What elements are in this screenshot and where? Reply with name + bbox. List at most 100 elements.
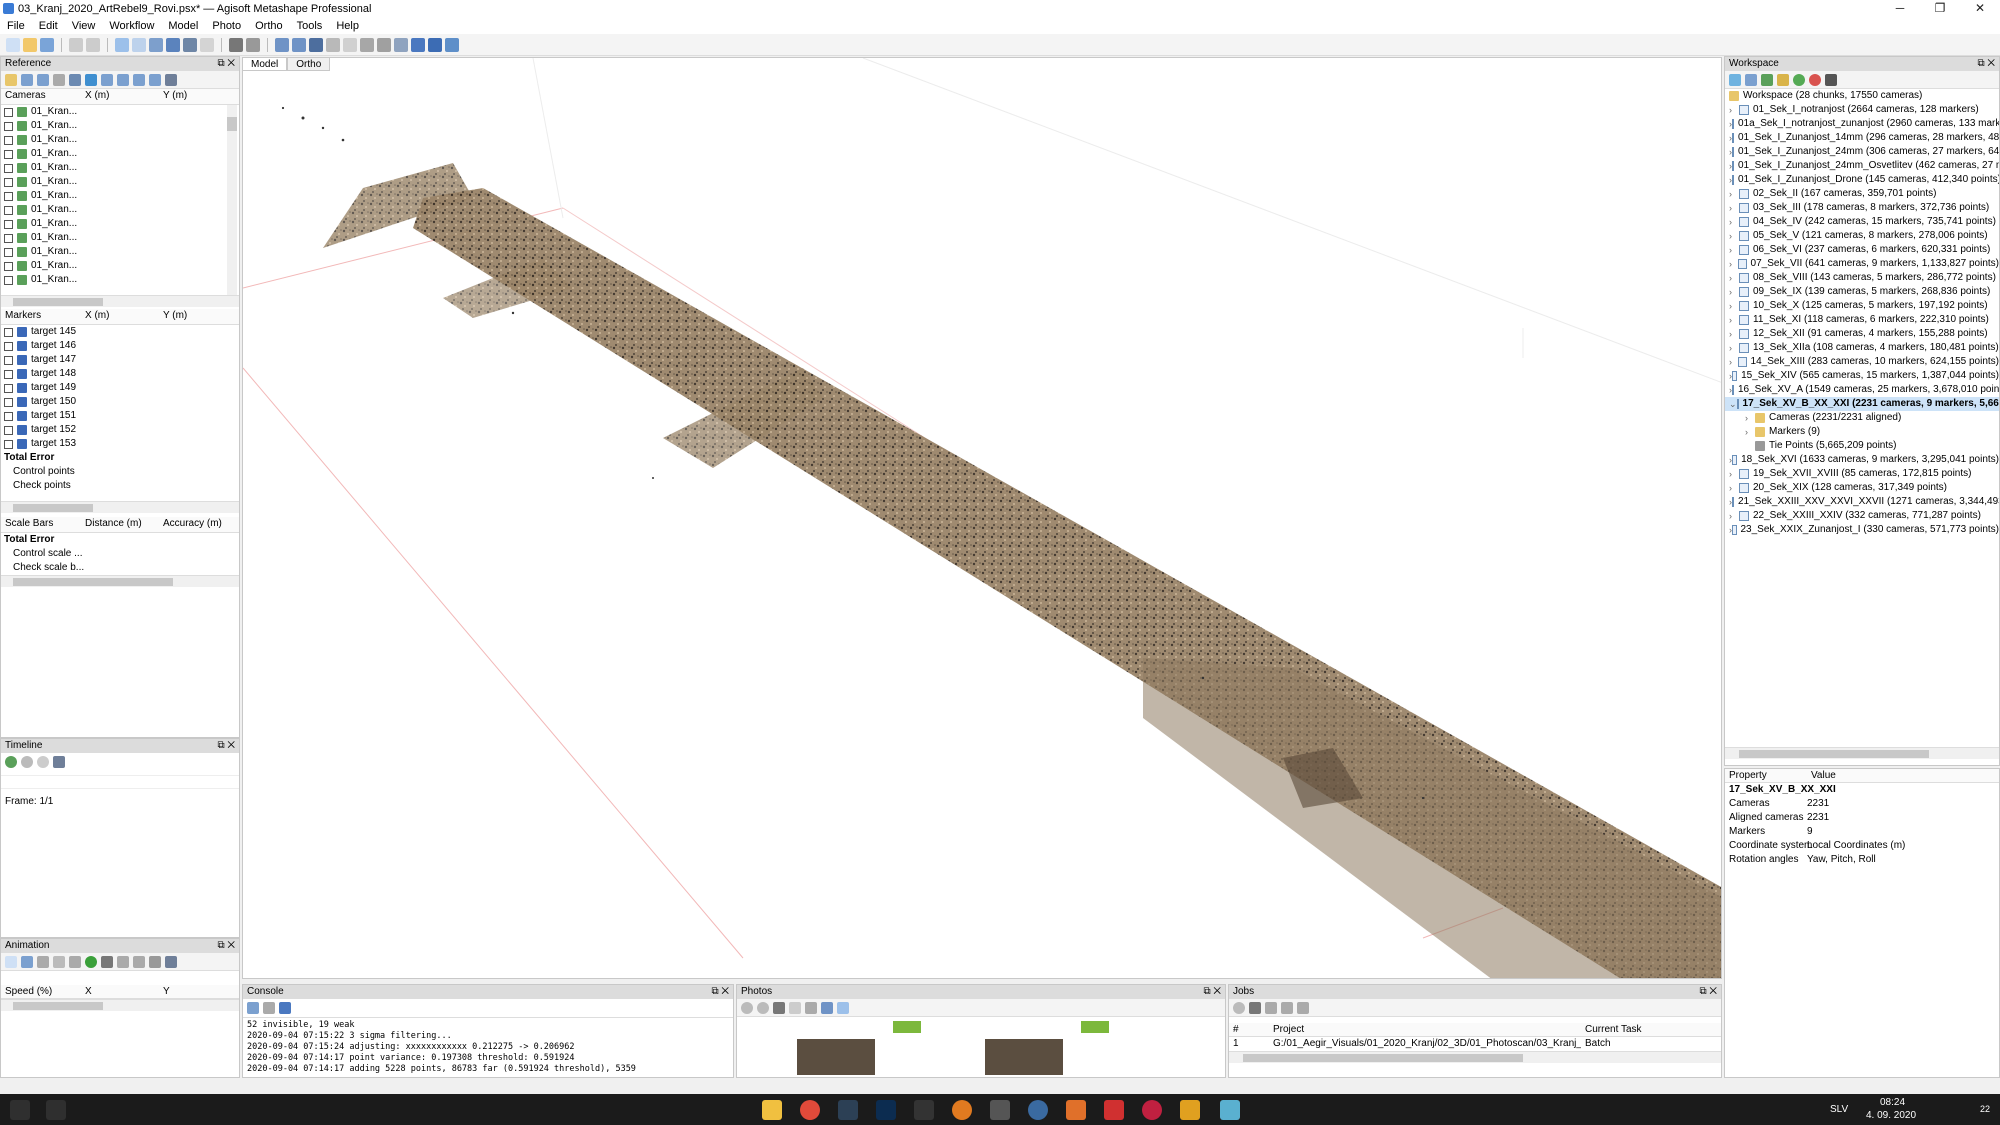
convert-icon[interactable] xyxy=(149,73,161,86)
show-cameras-icon[interactable] xyxy=(394,37,408,52)
navigation-icon[interactable] xyxy=(115,37,129,52)
save-icon[interactable] xyxy=(40,37,54,52)
col-x[interactable]: X (m) xyxy=(81,89,159,104)
anim-export-icon[interactable] xyxy=(69,955,81,968)
timeline-settings-icon[interactable] xyxy=(53,756,65,768)
marker-row[interactable]: target 150 xyxy=(1,395,239,409)
expand-icon[interactable]: › xyxy=(1729,481,1739,495)
col-marker-y[interactable]: Y (m) xyxy=(159,309,229,324)
menu-file[interactable]: File xyxy=(0,20,32,32)
chunk-child-row[interactable]: Tie Points (5,665,209 points) xyxy=(1725,439,1999,453)
enable-icon[interactable] xyxy=(1793,73,1805,86)
cameras-hscroll[interactable] xyxy=(1,295,239,307)
undo-icon[interactable] xyxy=(69,37,83,52)
substance-icon[interactable] xyxy=(1104,1100,1124,1120)
chunk-row[interactable]: › 20_Sek_XIX (128 cameras, 317,349 points… xyxy=(1725,481,1999,495)
redo-icon[interactable] xyxy=(86,37,100,52)
expand-icon[interactable]: › xyxy=(1729,313,1739,327)
chunk-row[interactable]: › 21_Sek_XXIII_XXV_XXVI_XXVII (1271 camer… xyxy=(1725,495,1999,509)
camera-row[interactable]: 01_Kran... xyxy=(1,189,239,203)
anim-open-icon[interactable] xyxy=(21,955,33,968)
move-down-icon[interactable] xyxy=(133,955,145,968)
marker-checkbox[interactable] xyxy=(4,383,13,393)
photo-next-icon[interactable] xyxy=(757,1001,769,1014)
blender-icon[interactable] xyxy=(952,1100,972,1120)
crop-icon[interactable] xyxy=(246,37,260,52)
chunk-child-row[interactable]: › Markers (9) xyxy=(1725,425,1999,439)
camera-row[interactable]: 01_Kran... xyxy=(1,231,239,245)
chrome-icon[interactable] xyxy=(800,1100,820,1120)
close-button[interactable]: ✕ xyxy=(1960,0,2000,17)
shaded-icon[interactable] xyxy=(360,37,374,52)
menu-photo[interactable]: Photo xyxy=(205,20,248,32)
chunk-row[interactable]: › 12_Sek_XII (91 cameras, 4 markers, 155,… xyxy=(1725,327,1999,341)
expand-icon[interactable]: › xyxy=(1729,327,1739,341)
col-project[interactable]: Project xyxy=(1269,1023,1581,1036)
menu-ortho[interactable]: Ortho xyxy=(248,20,290,32)
col-marker-x[interactable]: X (m) xyxy=(81,309,159,324)
camera-row[interactable]: 01_Kran... xyxy=(1,119,239,133)
chunk-row[interactable]: › 11_Sek_XI (118 cameras, 6 markers, 222,… xyxy=(1725,313,1999,327)
move-up-icon[interactable] xyxy=(117,955,129,968)
marker-checkbox[interactable] xyxy=(4,411,13,421)
chunk-row[interactable]: › 01a_Sek_I_notranjost_zunanjost (2960 ca… xyxy=(1725,117,1999,131)
animation-close-icon[interactable]: ⧉ ✕ xyxy=(217,939,235,953)
photo-filter-icon[interactable] xyxy=(805,1001,817,1014)
ruler-icon[interactable] xyxy=(183,37,197,52)
marker-row[interactable]: target 152 xyxy=(1,423,239,437)
col-cameras[interactable]: Cameras xyxy=(1,89,81,104)
marker-row[interactable]: target 146 xyxy=(1,339,239,353)
anim-record-icon[interactable] xyxy=(53,955,65,968)
camera-row[interactable]: 01_Kran... xyxy=(1,161,239,175)
menu-edit[interactable]: Edit xyxy=(32,20,65,32)
marker-row[interactable]: target 147 xyxy=(1,353,239,367)
draw-icon[interactable] xyxy=(200,37,214,52)
camera-checkbox[interactable] xyxy=(4,135,13,145)
chunk-row[interactable]: › 02_Sek_II (167 cameras, 359,701 points) xyxy=(1725,187,1999,201)
col-distance[interactable]: Distance (m) xyxy=(81,517,159,532)
camera-row[interactable]: 01_Kran... xyxy=(1,105,239,119)
maximize-button[interactable]: ❐ xyxy=(1920,0,1960,17)
expand-icon[interactable]: › xyxy=(1729,103,1739,117)
menu-tools[interactable]: Tools xyxy=(290,20,330,32)
marker-checkbox[interactable] xyxy=(4,355,13,365)
expand-icon[interactable]: › xyxy=(1745,425,1755,439)
photoshop-icon[interactable] xyxy=(876,1100,896,1120)
task-view-icon[interactable] xyxy=(46,1100,66,1120)
photo-view-icon[interactable] xyxy=(821,1001,833,1014)
console-save-icon[interactable] xyxy=(247,1002,259,1014)
notification-count[interactable]: 22 xyxy=(1980,1104,1990,1114)
rotate-object-icon[interactable] xyxy=(166,37,180,52)
console-run-icon[interactable] xyxy=(279,1002,291,1014)
col-accuracy[interactable]: Accuracy (m) xyxy=(159,517,233,532)
photo-remove-icon[interactable] xyxy=(773,1001,785,1014)
add-keyframe-icon[interactable] xyxy=(85,955,97,968)
point-cloud-render[interactable] xyxy=(243,58,1722,979)
marker-checkbox[interactable] xyxy=(4,439,13,449)
camera-row[interactable]: 01_Kran... xyxy=(1,147,239,161)
marker-checkbox[interactable] xyxy=(4,425,13,435)
camera-checkbox[interactable] xyxy=(4,191,13,201)
chunk-row[interactable]: › 01_Sek_I_Zunanjost_24mm (306 cameras, 2… xyxy=(1725,145,1999,159)
camera-checkbox[interactable] xyxy=(4,121,13,131)
chunk-row[interactable]: › 05_Sek_V (121 cameras, 8 markers, 278,0… xyxy=(1725,229,1999,243)
expand-icon[interactable]: › xyxy=(1729,299,1739,313)
camera-checkbox[interactable] xyxy=(4,177,13,187)
photo-thumbnail-2[interactable] xyxy=(985,1039,1063,1075)
camera-checkbox[interactable] xyxy=(4,149,13,159)
animation-hscroll[interactable] xyxy=(1,999,239,1011)
scalebars-hscroll[interactable] xyxy=(1,575,239,587)
inkscape-icon[interactable] xyxy=(990,1100,1010,1120)
chunk-row[interactable]: › 15_Sek_XIV (565 cameras, 15 markers, 1,… xyxy=(1725,369,1999,383)
col-property[interactable]: Property xyxy=(1725,769,1807,782)
camera-checkbox[interactable] xyxy=(4,261,13,271)
language-indicator[interactable]: SLV xyxy=(1830,1104,1848,1115)
camera-checkbox[interactable] xyxy=(4,163,13,173)
col-value[interactable]: Value xyxy=(1807,769,1836,782)
camera-row[interactable]: 01_Kran... xyxy=(1,133,239,147)
cameras-vscroll[interactable] xyxy=(227,105,237,295)
active-app-icon[interactable] xyxy=(1220,1100,1240,1120)
move-object-icon[interactable] xyxy=(149,37,163,52)
chunk-row[interactable]: › 09_Sek_IX (139 cameras, 5 markers, 268,… xyxy=(1725,285,1999,299)
minimize-button[interactable]: ─ xyxy=(1880,0,1920,17)
